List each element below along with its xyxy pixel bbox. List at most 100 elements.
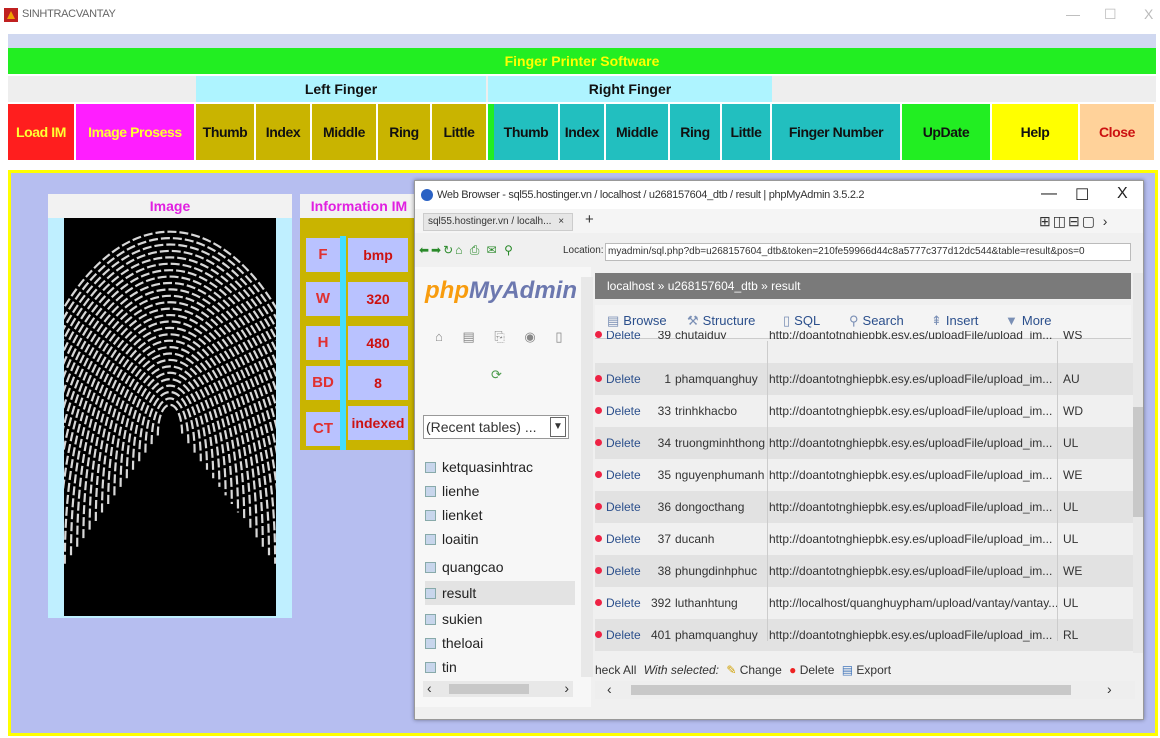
export-link[interactable]: Export [856,663,891,677]
row-code: RL [1063,628,1079,642]
close-app-button[interactable]: Close [1080,104,1156,160]
table-item-ketquasinhtrac[interactable]: ketquasinhtrac [425,455,575,479]
table-item-label: tin [442,659,457,675]
left-thumb-button[interactable]: Thumb [196,104,256,160]
load-image-button[interactable]: Load IM [8,104,76,160]
tab-label: SQL [794,313,821,328]
change-icon: ✎ [726,663,737,677]
delete-row-link[interactable]: Delete [595,523,647,555]
browser-tab[interactable]: sql55.hostinger.vn / localh... × [423,213,573,231]
right-little-button[interactable]: Little [722,104,772,160]
delete-icon [595,471,602,478]
row-id: 401 [650,628,671,642]
table-row: Delete 38 phungdinhphuc http://doantotnghie… [595,555,1133,587]
pma-home-icons[interactable]: ⌂ ▤ ⎘ ◉ ▯ [435,329,570,345]
bulk-actions-bar: heck All With selected: ✎ Change ● Delet… [595,663,1131,683]
right-thumb-button[interactable]: Thumb [488,104,560,160]
results-horizontal-scrollbar[interactable]: ‹ › [595,681,1135,699]
delete-label: Delete [606,436,641,450]
minimize-button[interactable]: — [1066,6,1080,22]
finger-number-button[interactable]: Finger Number [772,104,902,160]
close-window-button[interactable]: X [1144,6,1153,22]
results-vertical-scrollbar[interactable] [1133,273,1143,653]
tab-sql[interactable]: ▯ SQL [783,313,820,329]
delete-row-link[interactable]: Delete [595,491,647,523]
breadcrumb[interactable]: localhost » u268157604_dtb » result [595,273,1131,299]
view-layout-icons[interactable]: ⊞◫⊟▢ › [1039,213,1109,230]
column-divider [1057,341,1058,641]
table-row: Delete 36 dongocthang http://doantotnghiepb… [595,491,1133,523]
table-item-theloai[interactable]: theloai [425,631,575,655]
info-separator [340,236,346,450]
left-ring-button[interactable]: Ring [378,104,432,160]
update-button[interactable]: UpDate [902,104,992,160]
left-index-button[interactable]: Index [256,104,312,160]
navigation-icons[interactable]: ⬅➡↻⌂ ⎙ ✉ ⚲ [419,243,515,258]
app-titlebar [0,0,1160,34]
with-selected-label: With selected: [643,663,719,677]
tab-structure[interactable]: ⚒ Structure [687,313,755,329]
tab-more[interactable]: ▼ More [1005,313,1052,328]
table-item-quangcao[interactable]: quangcao [425,555,575,579]
delete-row-link[interactable]: Delete [595,331,647,341]
row-id: 1 [664,372,671,386]
right-middle-button[interactable]: Middle [606,104,670,160]
table-item-label: sukien [442,611,483,627]
check-all-link[interactable]: heck All [595,663,636,677]
delete-icon: ● [789,663,797,677]
location-input[interactable]: myadmin/sql.php?db=u268157604_dtb&token=… [605,243,1131,261]
maximize-button[interactable]: ☐ [1104,6,1117,23]
browser-minimize-button[interactable]: — [1041,185,1057,203]
tab-search[interactable]: ⚲ Search [849,313,904,329]
reload-icon[interactable]: ⟳ [491,367,502,383]
chevron-down-icon: ▼ [1005,313,1018,328]
add-tab-button[interactable]: + [585,211,594,228]
delete-label: Delete [606,628,641,642]
delete-row-link[interactable]: Delete [595,459,647,491]
row-name: nguyenphumanh [675,468,765,482]
row-url: http://doantotnghiepbk.esy.es/uploadFile… [769,372,1053,386]
right-ring-button[interactable]: Ring [670,104,722,160]
row-id: 39 [657,331,671,342]
table-item-sukien[interactable]: sukien [425,607,575,631]
delete-row-link[interactable]: Delete [595,587,647,619]
delete-link[interactable]: Delete [800,663,835,677]
row-code: UL [1063,436,1079,450]
info-key-bit-depth: BD [306,366,340,400]
left-little-button[interactable]: Little [432,104,488,160]
phpmyadmin-logo[interactable]: phpMyAdmin [425,277,577,305]
delete-row-link[interactable]: Delete [595,363,647,395]
table-item-lienket[interactable]: lienket [425,503,575,527]
table-item-loaitin[interactable]: loaitin [425,527,575,551]
row-name: ducanh [675,532,715,546]
logo-myadmin: MyAdmin [468,277,577,304]
table-item-lienhe[interactable]: lienhe [425,479,575,503]
recent-tables-select[interactable]: (Recent tables) ... ▼ [423,415,569,439]
browser-maximize-button[interactable]: ☐ [1075,185,1089,205]
delete-row-link[interactable]: Delete [595,427,647,459]
right-index-button[interactable]: Index [560,104,606,160]
row-name: phungdinhphuc [675,564,758,578]
table-row: Delete 392 luthanhtung http://localhost/qua… [595,587,1133,619]
table-item-result[interactable]: result [425,581,575,605]
tab-close-icon[interactable]: × [558,216,564,227]
left-middle-button[interactable]: Middle [312,104,378,160]
table-icon [425,462,436,473]
nav-horizontal-scrollbar[interactable]: ‹ › [423,680,573,697]
insert-icon: ⇞ [931,313,942,328]
image-process-button[interactable]: Image Prosess [76,104,196,160]
help-button[interactable]: Help [992,104,1080,160]
tab-browse[interactable]: ▤ Browse [607,313,667,329]
nav-vertical-scrollbar[interactable] [581,277,593,677]
change-link[interactable]: Change [740,663,782,677]
row-id: 33 [657,404,671,418]
tab-insert[interactable]: ⇞ Insert [931,313,978,329]
browser-close-button[interactable]: X [1117,185,1128,203]
delete-row-link[interactable]: Delete [595,619,647,651]
structure-icon: ⚒ [687,313,699,328]
table-item-tin[interactable]: tin [425,655,575,679]
delete-row-link[interactable]: Delete [595,555,647,587]
sql-icon: ▯ [783,313,791,328]
delete-row-link[interactable]: Delete [595,395,647,427]
table-icon [425,638,436,649]
